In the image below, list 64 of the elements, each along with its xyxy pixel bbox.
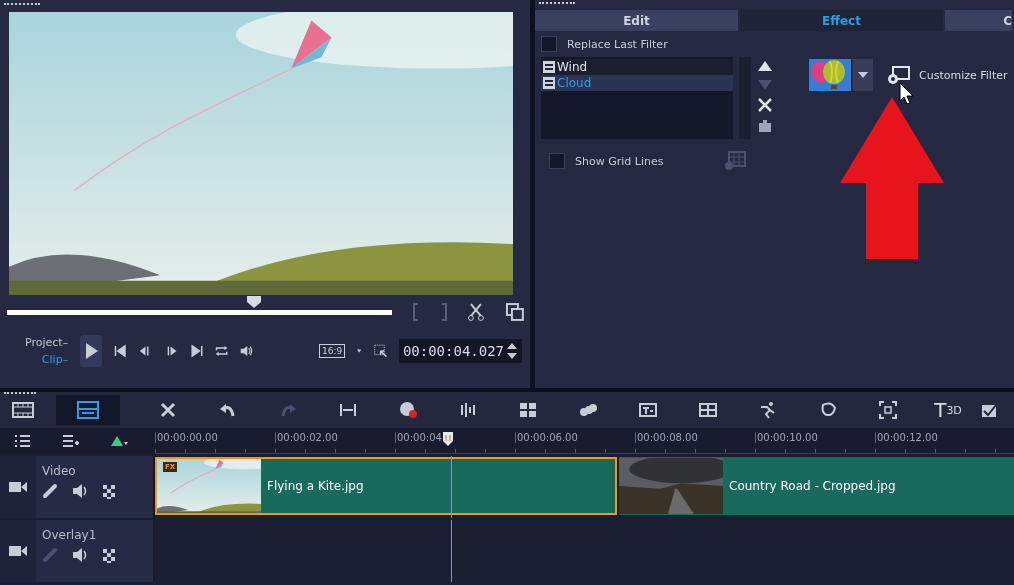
checker-icon[interactable] bbox=[102, 547, 116, 563]
track-add-icon[interactable] bbox=[62, 433, 80, 449]
frame-icon[interactable] bbox=[879, 401, 897, 419]
dropdown-button[interactable] bbox=[853, 59, 873, 91]
time-label: 00:00:08.00 bbox=[635, 432, 698, 443]
playhead-marker[interactable] bbox=[443, 432, 453, 446]
filter-icon bbox=[543, 77, 555, 89]
checkbox-label: Replace Last Filter bbox=[567, 37, 668, 51]
track-name: Overlay1 bbox=[42, 528, 98, 542]
mountain-icon[interactable] bbox=[110, 434, 128, 448]
undo-icon[interactable] bbox=[219, 401, 237, 419]
timeline-icon bbox=[77, 400, 99, 420]
copy-icon[interactable] bbox=[506, 303, 524, 321]
skip-start-icon[interactable] bbox=[114, 342, 128, 360]
clip[interactable]: Country Road - Cropped.jpg bbox=[619, 457, 1014, 515]
timeline-view-button[interactable] bbox=[56, 395, 120, 425]
cursor-icon bbox=[899, 82, 915, 106]
track-name: Video bbox=[42, 464, 77, 478]
grid-settings-icon bbox=[723, 151, 748, 171]
overlay-camera-icon bbox=[8, 543, 28, 559]
crop-pointer-icon[interactable] bbox=[373, 342, 387, 360]
lasso-icon[interactable] bbox=[819, 401, 837, 419]
filter-icon bbox=[543, 61, 555, 73]
tab[interactable]: Edit bbox=[535, 10, 738, 31]
fit-icon[interactable] bbox=[339, 401, 357, 419]
settings-window-icon bbox=[887, 65, 911, 85]
timecode-field[interactable]: 00:00:04.027 bbox=[398, 339, 523, 363]
volume-icon[interactable] bbox=[72, 482, 88, 500]
filter-item[interactable]: Cloud bbox=[541, 75, 733, 91]
caret-icon[interactable] bbox=[357, 349, 362, 353]
time-label: 00:00:12.00 bbox=[875, 432, 938, 443]
mode-toggle[interactable]: Project– bbox=[25, 336, 69, 349]
checkbox[interactable] bbox=[541, 36, 557, 52]
skip-end-icon[interactable] bbox=[189, 342, 203, 360]
grid-icon[interactable] bbox=[699, 401, 717, 419]
time-label: 00:00:02.00 bbox=[275, 432, 338, 443]
filter-item[interactable]: Wind bbox=[541, 59, 733, 75]
storyboard-icon[interactable] bbox=[12, 400, 34, 420]
checkbox[interactable] bbox=[549, 153, 565, 169]
time-label: 00:00:10.00 bbox=[755, 432, 818, 443]
up-icon[interactable] bbox=[757, 59, 773, 73]
mosaic-icon[interactable] bbox=[519, 401, 537, 419]
checkbox-label: Show Grid Lines bbox=[575, 154, 664, 168]
tab[interactable]: C bbox=[945, 10, 1012, 31]
volume-icon[interactable] bbox=[72, 546, 88, 564]
caret-icon bbox=[858, 72, 868, 78]
checker-icon[interactable] bbox=[102, 483, 116, 499]
close-icon[interactable] bbox=[757, 97, 773, 113]
record-icon[interactable] bbox=[399, 401, 417, 419]
runner-icon[interactable] bbox=[759, 401, 777, 419]
customize-filter-button[interactable]: Customize Filter bbox=[887, 65, 1008, 85]
audio-icon[interactable] bbox=[459, 401, 477, 419]
title-icon[interactable] bbox=[639, 401, 657, 419]
play-button[interactable] bbox=[80, 335, 103, 367]
time-label: 00:00:06.00 bbox=[515, 432, 578, 443]
aspect-ratio-button[interactable]: 16:9 bbox=[319, 344, 346, 358]
tab[interactable]: Effect bbox=[740, 10, 943, 31]
mode-toggle[interactable]: Clip– bbox=[41, 353, 69, 366]
video-camera-icon bbox=[8, 479, 28, 495]
scissors-icon[interactable] bbox=[468, 303, 487, 321]
time-label: 00:00:00.00 bbox=[155, 432, 218, 443]
track-list-icon[interactable] bbox=[14, 433, 32, 449]
play-icon bbox=[83, 342, 100, 360]
spin-icon bbox=[506, 342, 519, 360]
